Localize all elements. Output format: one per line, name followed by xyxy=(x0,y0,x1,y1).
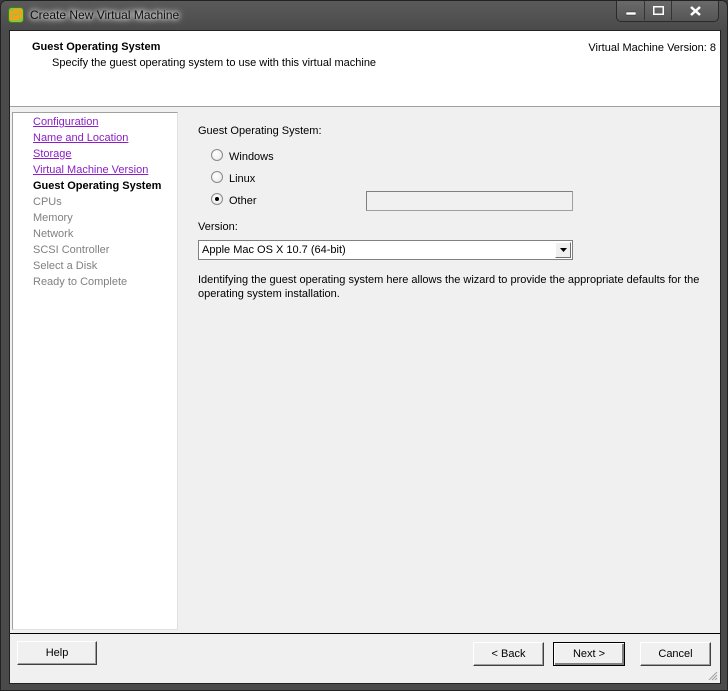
footer-divider xyxy=(10,633,720,634)
close-button[interactable] xyxy=(672,1,718,20)
radio-linux-label[interactable]: Linux xyxy=(229,173,255,185)
wizard-header: Guest Operating System Specify the guest… xyxy=(10,31,720,107)
help-button[interactable]: Help xyxy=(17,641,97,665)
vsphere-app-icon xyxy=(8,7,24,23)
version-dropdown-value: Apple Mac OS X 10.7 (64-bit) xyxy=(202,244,346,256)
window-title: Create New Virtual Machine xyxy=(30,8,180,22)
title-bar[interactable]: Create New Virtual Machine xyxy=(1,1,727,30)
step-guest-operating-system: Guest Operating System xyxy=(33,180,162,192)
dropdown-arrow-button[interactable] xyxy=(555,242,571,258)
main-panel: Guest Operating System: Windows Linux Ot… xyxy=(180,107,720,631)
chevron-down-icon xyxy=(559,248,567,252)
step-ready-to-complete: Ready to Complete xyxy=(33,276,128,288)
step-select-a-disk: Select a Disk xyxy=(33,260,98,272)
guest-os-label: Guest Operating System: xyxy=(198,125,322,137)
maximize-icon xyxy=(652,6,664,15)
caption-buttons xyxy=(616,1,719,22)
radio-windows-control[interactable] xyxy=(211,149,223,161)
other-os-input[interactable] xyxy=(366,191,573,211)
wizard-client-area: Guest Operating System Specify the guest… xyxy=(9,30,721,684)
radio-other-control[interactable] xyxy=(211,193,223,205)
step-storage[interactable]: Storage xyxy=(33,148,72,160)
version-dropdown[interactable]: Apple Mac OS X 10.7 (64-bit) xyxy=(198,240,573,260)
radio-windows-label[interactable]: Windows xyxy=(229,151,274,163)
radio-linux-control[interactable] xyxy=(211,171,223,183)
vm-version-label: Virtual Machine Version: 8 xyxy=(588,42,716,54)
radio-other-label[interactable]: Other xyxy=(229,195,257,207)
step-scsi-controller: SCSI Controller xyxy=(33,244,110,256)
step-memory: Memory xyxy=(33,212,73,224)
step-configuration[interactable]: Configuration xyxy=(33,116,98,128)
resize-grip-icon[interactable] xyxy=(706,669,718,681)
step-network: Network xyxy=(33,228,74,240)
maximize-button[interactable] xyxy=(645,1,672,20)
page-title: Guest Operating System xyxy=(32,41,161,53)
step-cpus: CPUs xyxy=(33,196,62,208)
minimize-icon xyxy=(625,11,636,15)
close-icon xyxy=(689,5,701,16)
description-text: Identifying the guest operating system h… xyxy=(198,274,700,300)
version-label: Version: xyxy=(198,221,238,233)
step-virtual-machine-version[interactable]: Virtual Machine Version xyxy=(33,164,148,176)
radio-selected-dot xyxy=(215,197,219,201)
back-button[interactable]: < Back xyxy=(473,642,544,666)
page-subtitle: Specify the guest operating system to us… xyxy=(52,57,377,69)
wizard-steps-sidebar: Configuration Name and Location Storage … xyxy=(12,112,178,630)
next-button[interactable]: Next > xyxy=(553,642,625,666)
wizard-window: Create New Virtual Machine Guest Operati… xyxy=(0,0,728,691)
step-name-and-location[interactable]: Name and Location xyxy=(33,132,128,144)
cancel-button[interactable]: Cancel xyxy=(640,642,711,666)
minimize-button[interactable] xyxy=(617,1,645,20)
